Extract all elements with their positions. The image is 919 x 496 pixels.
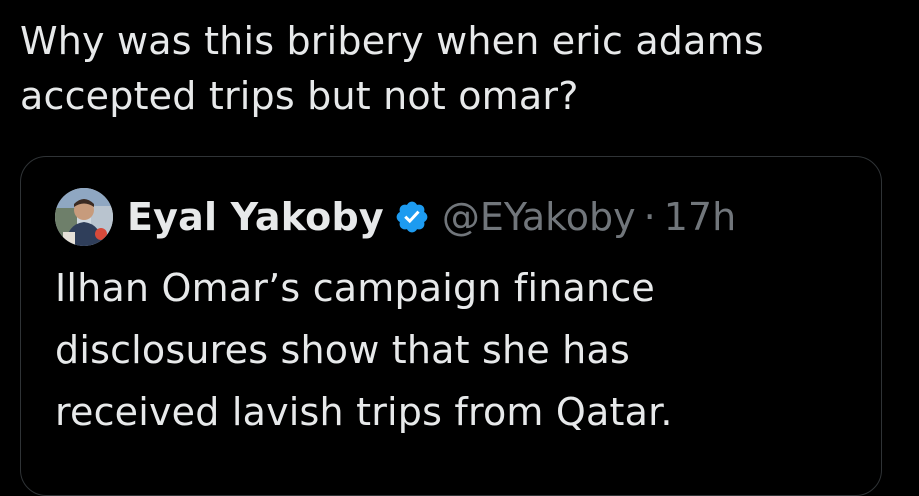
quoted-tweet-card[interactable]: Eyal Yakoby @EYakoby · 17h Ilhan Omar’s … (20, 156, 882, 496)
tweet-text: Why was this bribery when eric adams acc… (20, 14, 900, 124)
quoted-tweet-header: Eyal Yakoby @EYakoby · 17h (55, 187, 736, 247)
post-timestamp[interactable]: 17h (664, 195, 736, 239)
meta-separator: · (643, 195, 656, 239)
user-avatar-photo-icon (55, 188, 113, 246)
author-handle[interactable]: @EYakoby (442, 195, 636, 239)
tweet-text-line-1: Why was this bribery when eric adams (20, 19, 764, 63)
quoted-text-line-1: Ilhan Omar’s campaign finance (55, 266, 655, 310)
quoted-text-line-2: disclosures show that she has (55, 328, 630, 372)
tweet-text-line-2: accepted trips but not omar? (20, 74, 579, 118)
author-display-name[interactable]: Eyal Yakoby (127, 195, 384, 239)
verified-badge-icon (396, 201, 428, 233)
quoted-tweet-text: Ilhan Omar’s campaign finance disclosure… (55, 257, 855, 443)
quoted-text-line-3: received lavish trips from Qatar. (55, 390, 673, 434)
cropped-text-fragment (20, 0, 580, 2)
author-avatar[interactable] (55, 188, 113, 246)
